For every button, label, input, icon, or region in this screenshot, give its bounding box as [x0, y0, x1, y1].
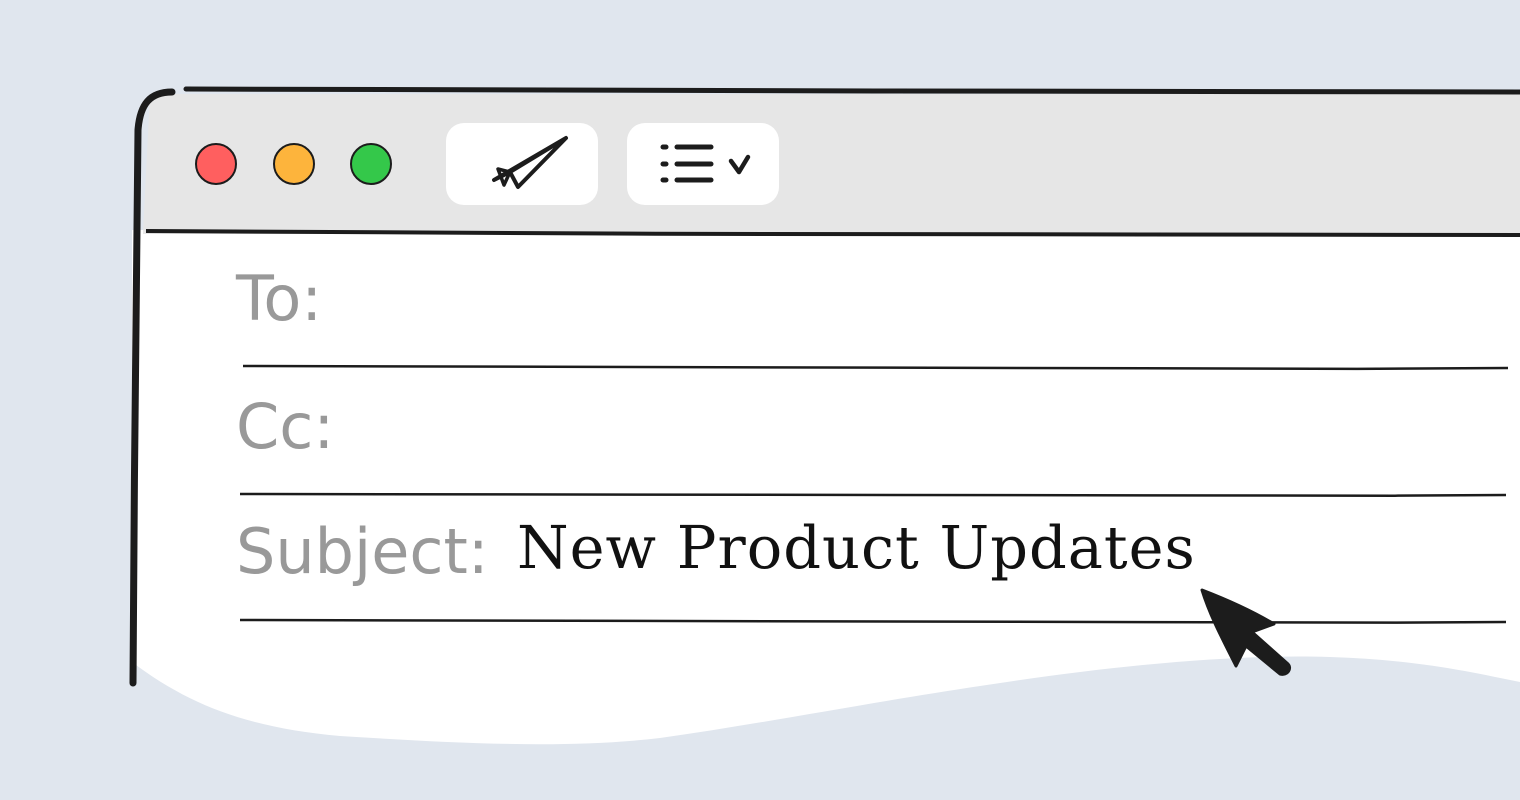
format-dropdown-button[interactable]	[627, 123, 779, 205]
cc-field[interactable]	[355, 390, 1495, 480]
cc-label: Cc:	[236, 390, 335, 463]
subject-label: Subject:	[236, 515, 489, 588]
chevron-down-icon	[728, 154, 751, 175]
maximize-window-button[interactable]	[350, 143, 392, 185]
to-field[interactable]	[345, 262, 1495, 352]
to-label: To:	[236, 262, 323, 335]
close-window-button[interactable]	[195, 143, 237, 185]
subject-field[interactable]: New Product Updates	[517, 518, 1196, 577]
mouse-cursor-icon	[1200, 588, 1292, 676]
send-button[interactable]	[446, 123, 598, 205]
stage: To: Cc: Subject: New Product Updates	[0, 0, 1520, 800]
minimize-window-button[interactable]	[273, 143, 315, 185]
paper-plane-icon	[492, 136, 568, 189]
